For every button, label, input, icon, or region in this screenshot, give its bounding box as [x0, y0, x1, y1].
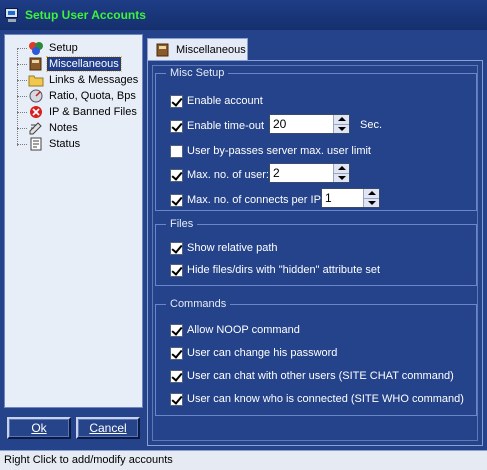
- tree-item-status[interactable]: Status: [13, 136, 82, 152]
- tree-item-label: Status: [49, 138, 81, 150]
- tab-label: Miscellaneous: [176, 44, 246, 56]
- change-password-checkbox[interactable]: [170, 346, 183, 360]
- gauge-icon: [28, 89, 44, 103]
- status-text: Right Click to add/modify accounts: [4, 454, 173, 466]
- files-title: Files: [166, 217, 198, 231]
- tree-item-ip-banned-files[interactable]: IP & Banned Files: [13, 104, 139, 120]
- tree-item-setup[interactable]: Setup: [13, 40, 80, 56]
- notes-icon: [28, 121, 44, 135]
- max-users-label: Max. no. of user:: [187, 169, 269, 181]
- max-users-spinner[interactable]: [269, 163, 350, 183]
- max-connects-row[interactable]: Max. no. of connects per IP: [170, 192, 321, 208]
- hide-hidden-row[interactable]: Hide files/dirs with "hidden" attribute …: [170, 262, 380, 278]
- max-users-row[interactable]: Max. no. of user:: [170, 167, 269, 183]
- commands-group: Commands Allow NOOP command User can cha…: [155, 297, 477, 416]
- allow-noop-checkbox[interactable]: [170, 323, 183, 337]
- title-bar[interactable]: Setup User Accounts: [0, 0, 487, 30]
- setup-user-accounts-window: Setup User Accounts Setup Miscellaneous …: [0, 0, 487, 470]
- tree-item-miscellaneous[interactable]: Miscellaneous: [13, 56, 122, 72]
- timeout-input[interactable]: [270, 115, 333, 133]
- tree-item-label: Notes: [49, 122, 78, 134]
- tab-miscellaneous[interactable]: Miscellaneous: [147, 38, 248, 61]
- category-tree[interactable]: Setup Miscellaneous Links & Messages Rat…: [4, 34, 143, 408]
- ban-icon: [28, 105, 44, 119]
- bypass-limit-row[interactable]: User by-passes server max. user limit: [170, 143, 371, 159]
- spin-up-icon[interactable]: [364, 189, 379, 199]
- book-icon: [155, 43, 171, 57]
- enable-account-checkbox[interactable]: [170, 94, 183, 108]
- timeout-unit: Sec.: [360, 119, 383, 131]
- bypass-limit-label: User by-passes server max. user limit: [187, 145, 371, 157]
- max-connects-input[interactable]: [322, 189, 363, 207]
- book-icon: [28, 57, 44, 71]
- blocks-icon: [28, 41, 44, 55]
- tree-item-label: Links & Messages: [49, 74, 139, 86]
- max-connects-label: Max. no. of connects per IP: [187, 194, 321, 206]
- allow-noop-label: Allow NOOP command: [187, 324, 300, 336]
- bypass-limit-checkbox[interactable]: [170, 144, 183, 158]
- folder-icon: [28, 73, 44, 87]
- files-group: Files Show relative path Hide files/dirs…: [155, 217, 477, 286]
- enable-timeout-label: Enable time-out: [187, 120, 265, 132]
- ok-button[interactable]: Ok: [7, 417, 71, 439]
- commands-title: Commands: [166, 297, 231, 311]
- know-who-label: User can know who is connected (SITE WHO…: [187, 393, 464, 405]
- max-connects-spinner[interactable]: [321, 188, 380, 208]
- tree-item-ratio-quota-bps[interactable]: Ratio, Quota, Bps: [13, 88, 138, 104]
- show-relative-label: Show relative path: [187, 242, 278, 254]
- enable-account-label: Enable account: [187, 95, 263, 107]
- know-who-row[interactable]: User can know who is connected (SITE WHO…: [170, 391, 464, 407]
- tree-item-label: Setup: [49, 42, 78, 54]
- ok-button-label: Ok: [31, 421, 47, 435]
- chat-checkbox[interactable]: [170, 369, 183, 383]
- show-relative-checkbox[interactable]: [170, 241, 183, 255]
- spin-down-icon[interactable]: [334, 124, 349, 133]
- change-password-row[interactable]: User can change his password: [170, 345, 337, 361]
- max-connects-checkbox[interactable]: [170, 193, 183, 207]
- misc-setup-group: Misc Setup Enable account Enable time-ou…: [155, 66, 477, 211]
- computer-icon: [4, 7, 20, 23]
- change-password-label: User can change his password: [187, 347, 338, 359]
- tree-item-label: Ratio, Quota, Bps: [49, 90, 136, 102]
- spin-up-icon[interactable]: [334, 115, 349, 125]
- enable-timeout-checkbox[interactable]: [170, 119, 183, 133]
- misc-setup-title: Misc Setup: [166, 66, 229, 80]
- cancel-button[interactable]: Cancel: [76, 417, 140, 439]
- tree-item-links-messages[interactable]: Links & Messages: [13, 72, 140, 88]
- status-bar: Right Click to add/modify accounts: [0, 450, 487, 470]
- tree-item-label: Miscellaneous: [46, 56, 122, 72]
- know-who-checkbox[interactable]: [170, 392, 183, 406]
- spin-down-icon[interactable]: [364, 198, 379, 207]
- enable-account-row[interactable]: Enable account: [170, 93, 263, 109]
- chat-row[interactable]: User can chat with other users (SITE CHA…: [170, 368, 454, 384]
- cancel-button-label: Cancel: [89, 421, 127, 435]
- show-relative-row[interactable]: Show relative path: [170, 240, 278, 256]
- hide-hidden-label: Hide files/dirs with "hidden" attribute …: [187, 264, 381, 276]
- timeout-spinner[interactable]: [269, 114, 350, 134]
- chat-label: User can chat with other users (SITE CHA…: [187, 370, 454, 382]
- max-users-input[interactable]: [270, 164, 333, 182]
- allow-noop-row[interactable]: Allow NOOP command: [170, 322, 300, 338]
- tree-item-notes[interactable]: Notes: [13, 120, 80, 136]
- tree-item-label: IP & Banned Files: [49, 106, 137, 118]
- spin-down-icon[interactable]: [334, 173, 349, 182]
- spin-up-icon[interactable]: [334, 164, 349, 174]
- max-users-checkbox[interactable]: [170, 168, 183, 182]
- window-title: Setup User Accounts: [25, 8, 146, 22]
- enable-timeout-row[interactable]: Enable time-out: [170, 118, 264, 134]
- hide-hidden-checkbox[interactable]: [170, 263, 183, 277]
- document-icon: [28, 137, 44, 151]
